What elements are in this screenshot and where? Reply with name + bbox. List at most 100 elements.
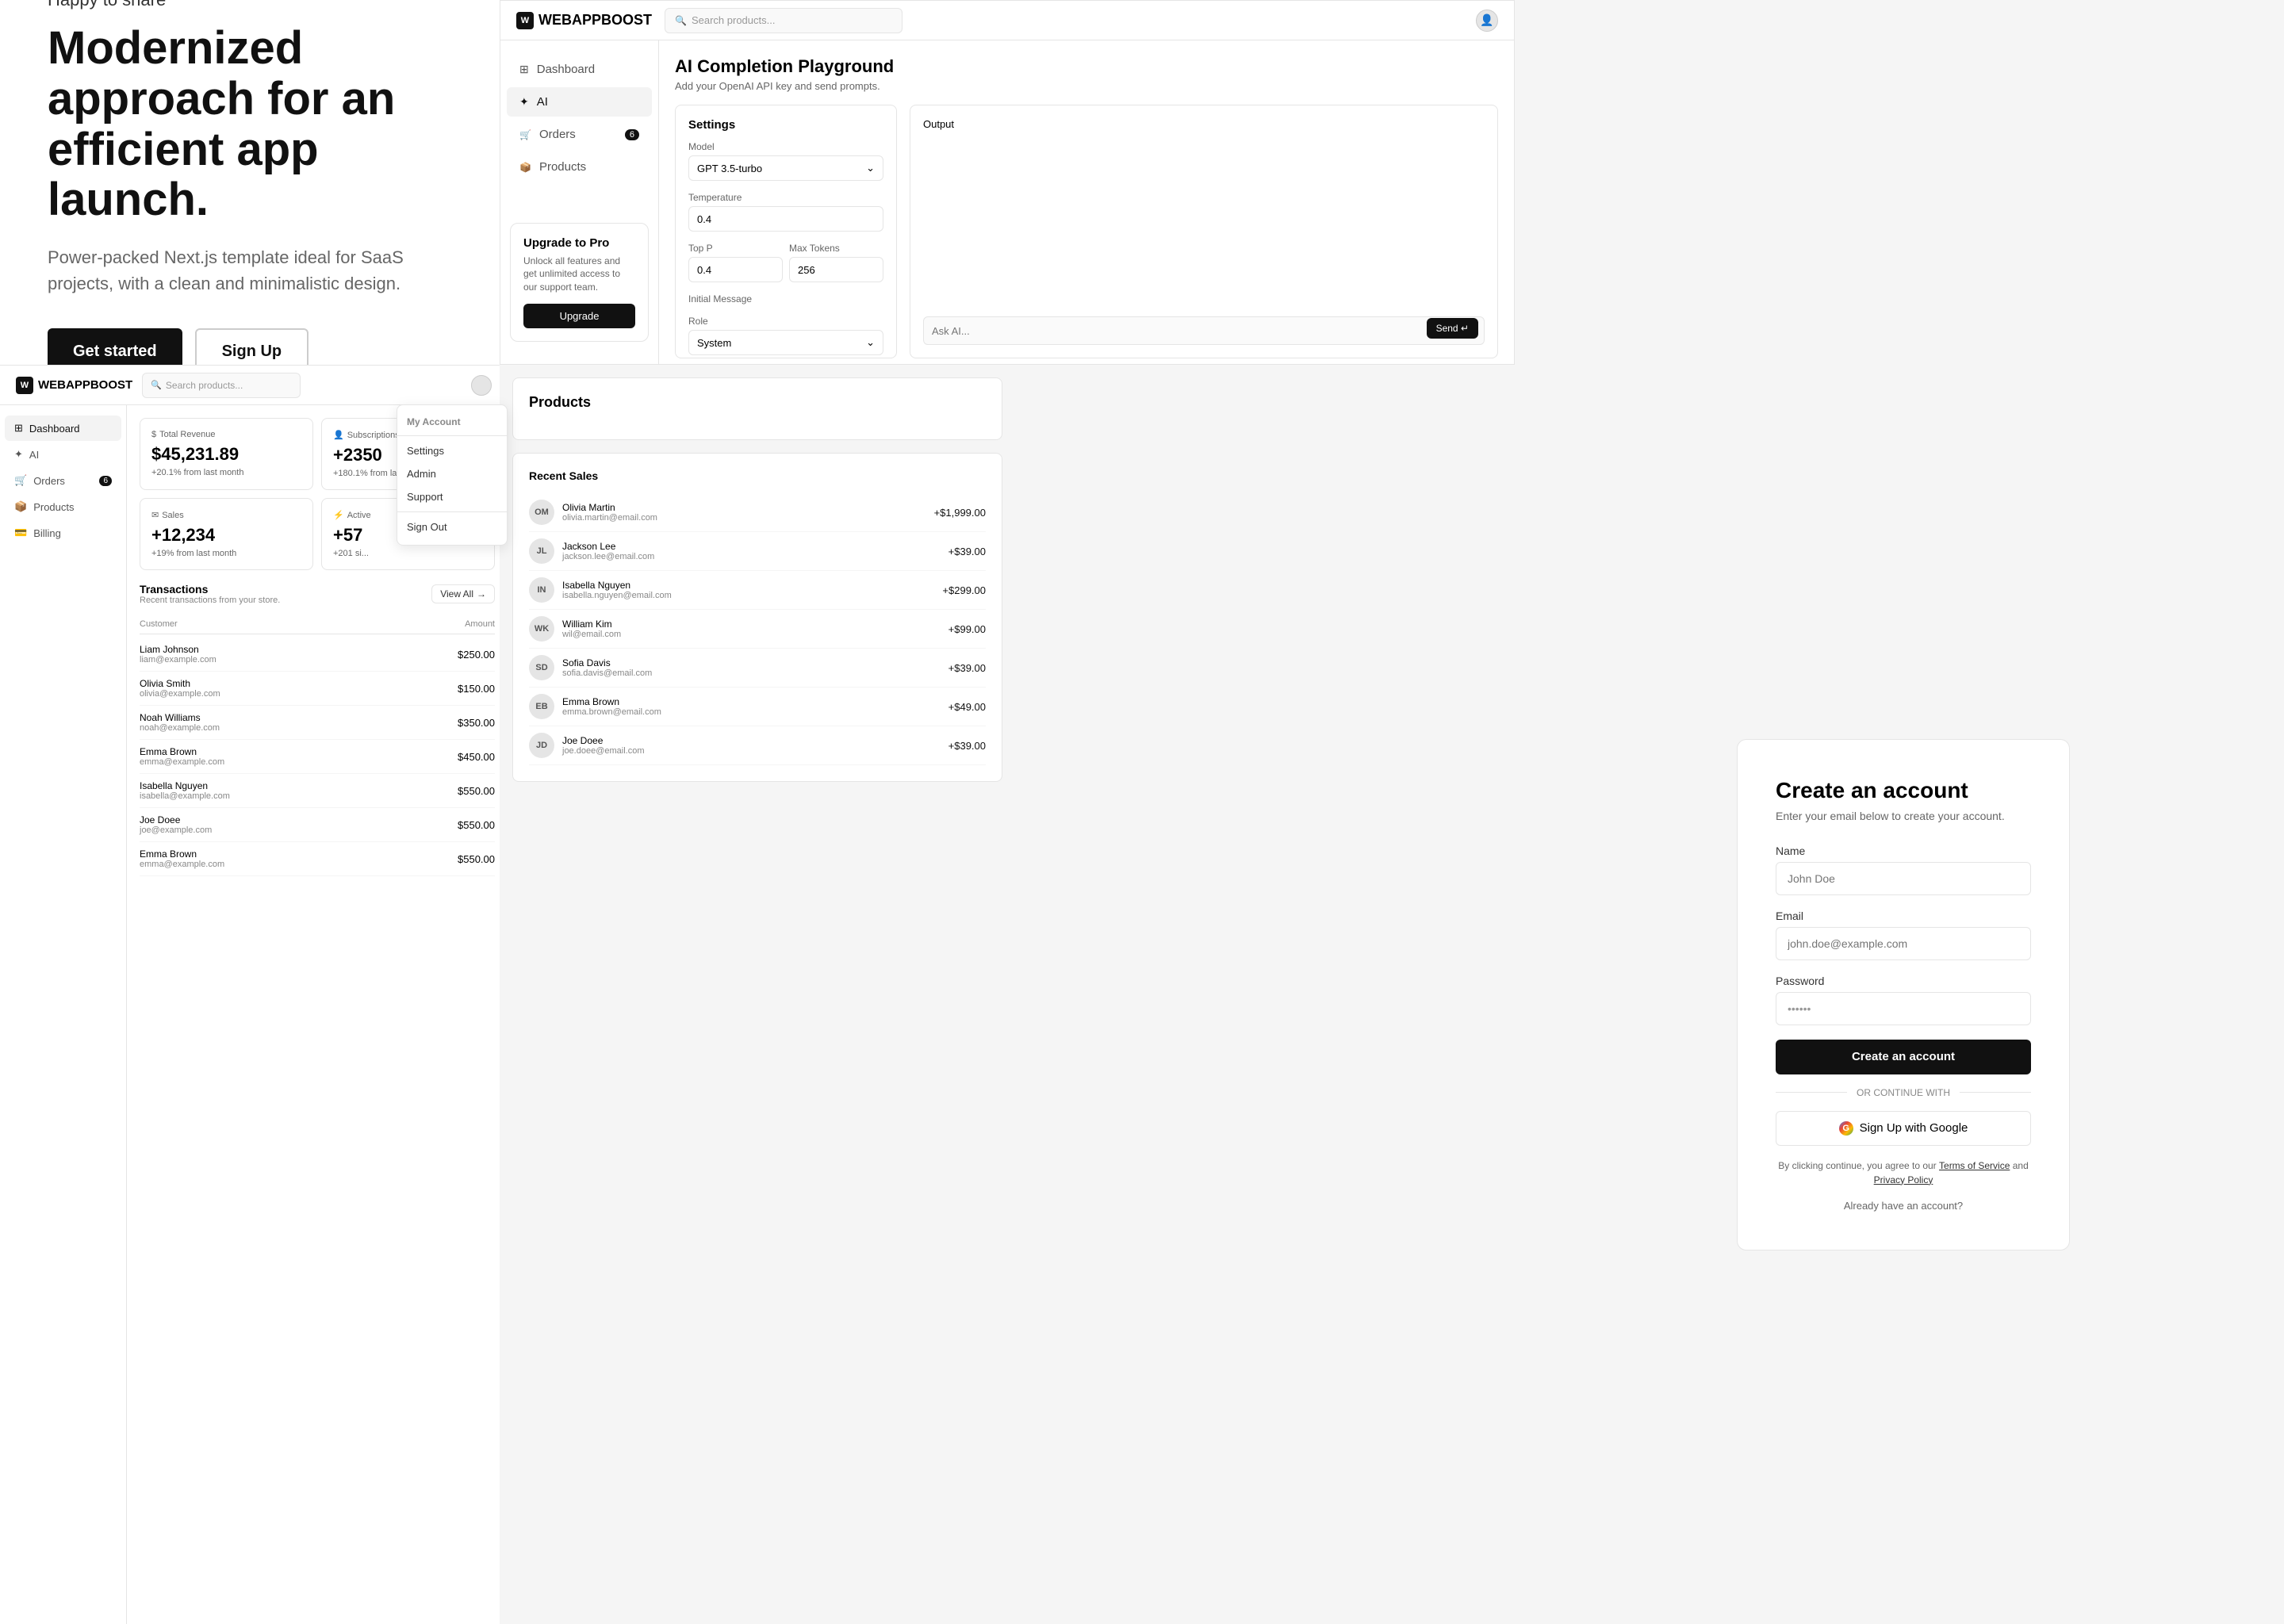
google-signup-button[interactable]: G Sign Up with Google — [1776, 1111, 2031, 1146]
orders-badge: 6 — [625, 129, 639, 140]
send-button[interactable]: Send ↵ — [1427, 318, 1478, 339]
customer-name: Joe Doee — [140, 814, 212, 825]
customer-email: isabella@example.com — [140, 791, 230, 801]
app-topbar: W WEBAPPBOOST 🔍 Search products... 👤 — [500, 1, 1514, 40]
sale-email: jackson.lee@email.com — [562, 552, 941, 561]
sidebar-ai-label: AI — [537, 95, 548, 109]
account-menu-admin[interactable]: Admin — [397, 462, 507, 485]
sidebar-item-products[interactable]: Products — [507, 152, 652, 182]
account-menu-settings[interactable]: Settings — [397, 439, 507, 462]
terms-link[interactable]: Terms of Service — [1939, 1160, 2010, 1171]
hero-description: Power-packed Next.js template ideal for … — [48, 244, 460, 297]
table-row: Olivia Smith olivia@example.com $150.00 — [140, 672, 495, 706]
sale-name: Emma Brown — [562, 696, 941, 707]
products-panel-title: Products — [529, 394, 986, 411]
sale-amount: +$39.00 — [948, 662, 986, 674]
products-panel: Products — [512, 377, 1002, 440]
recent-sales-list: OM Olivia Martin olivia.martin@email.com… — [529, 493, 986, 765]
name-input[interactable] — [1776, 862, 2031, 895]
settings-title: Settings — [688, 118, 883, 132]
password-field: Password — [1776, 975, 2031, 1025]
active-change: +201 si... — [333, 549, 483, 558]
privacy-link[interactable]: Privacy Policy — [1874, 1174, 1933, 1185]
temperature-input[interactable]: 0.4 — [688, 206, 883, 232]
table-row: Liam Johnson liam@example.com $250.00 — [140, 638, 495, 672]
divider-line-left — [1776, 1092, 1847, 1093]
dash-orders-icon: 🛒 — [14, 474, 27, 487]
sale-item: OM Olivia Martin olivia.martin@email.com… — [529, 493, 986, 532]
chat-area — [923, 136, 1485, 310]
recent-sales-panel: Recent Sales OM Olivia Martin olivia.mar… — [512, 453, 1002, 782]
app-search[interactable]: 🔍 Search products... — [665, 8, 902, 33]
orders-icon — [519, 128, 531, 141]
ai-icon — [519, 95, 529, 109]
customer-name: Emma Brown — [140, 746, 224, 757]
upgrade-button[interactable]: Upgrade — [523, 304, 635, 328]
sale-info: Emma Brown emma.brown@email.com — [562, 696, 941, 717]
sales-label: ✉ Sales — [151, 510, 301, 520]
sale-info: Isabella Nguyen isabella.nguyen@email.co… — [562, 580, 934, 600]
sale-avatar: JD — [529, 733, 554, 758]
max-tokens-input[interactable]: 256 — [789, 257, 883, 282]
table-row: Emma Brown emma@example.com $550.00 — [140, 842, 495, 876]
model-select[interactable]: GPT 3.5-turbo ⌄ — [688, 155, 883, 181]
customer-name: Olivia Smith — [140, 678, 220, 689]
revenue-label: $ Total Revenue — [151, 430, 301, 439]
dash-search-placeholder: Search products... — [166, 380, 243, 391]
transactions-subtitle: Recent transactions from your store. — [140, 596, 280, 605]
ask-ai-wrap: Send ↵ — [923, 316, 1485, 345]
sidebar-item-ai[interactable]: AI — [507, 87, 652, 117]
dash-topbar: W WEBAPPBOOST 🔍 Search products... — [0, 366, 508, 405]
max-tokens-label: Max Tokens — [789, 243, 883, 254]
dash-search[interactable]: 🔍 Search products... — [142, 373, 301, 398]
signup-section: Create an account Enter your email below… — [1523, 365, 2284, 1624]
top-p-label: Top P — [688, 243, 783, 254]
sale-avatar: OM — [529, 500, 554, 525]
table-row: Joe Doee joe@example.com $550.00 — [140, 808, 495, 842]
dash-logo: W WEBAPPBOOST — [16, 377, 132, 394]
dash-body: ⊞ Dashboard ✦ AI 🛒 Orders 6 📦 Products 💳… — [0, 405, 508, 1624]
google-icon: G — [1839, 1121, 1853, 1136]
dashboard-icon — [519, 63, 529, 76]
create-account-button[interactable]: Create an account — [1776, 1040, 2031, 1074]
table-header: Customer Amount — [140, 615, 495, 634]
email-field: Email — [1776, 910, 2031, 960]
role-select[interactable]: System ⌄ — [688, 330, 883, 355]
table-row: Isabella Nguyen isabella@example.com $55… — [140, 774, 495, 808]
app-brand-name: WEBAPPBOOST — [538, 12, 652, 29]
dash-sidebar-billing[interactable]: 💳 Billing — [5, 520, 121, 546]
dashboard-section: W WEBAPPBOOST 🔍 Search products... ⊞ Das… — [0, 365, 508, 1624]
temperature-label: Temperature — [688, 192, 883, 203]
dash-sidebar-ai[interactable]: ✦ AI — [5, 442, 121, 467]
dash-avatar[interactable] — [471, 375, 492, 396]
sale-email: olivia.martin@email.com — [562, 513, 926, 523]
view-all-button[interactable]: View All → — [431, 584, 495, 603]
dash-sidebar-dashboard[interactable]: ⊞ Dashboard — [5, 416, 121, 441]
products-icon — [519, 160, 531, 174]
email-label: Email — [1776, 910, 2031, 922]
role-value: System — [697, 337, 731, 349]
account-menu-signout[interactable]: Sign Out — [397, 515, 507, 538]
user-avatar[interactable]: 👤 — [1476, 10, 1498, 32]
app-window: W WEBAPPBOOST 🔍 Search products... 👤 Das… — [500, 0, 1515, 365]
sale-item: EB Emma Brown emma.brown@email.com +$49.… — [529, 688, 986, 726]
name-label: Name — [1776, 845, 2031, 857]
dash-sidebar: ⊞ Dashboard ✦ AI 🛒 Orders 6 📦 Products 💳… — [0, 405, 127, 1624]
top-p-field: Top P 0.4 — [688, 243, 783, 282]
email-input[interactable] — [1776, 927, 2031, 960]
top-p-input[interactable]: 0.4 — [688, 257, 783, 282]
password-input[interactable] — [1776, 992, 2031, 1025]
dash-sidebar-orders[interactable]: 🛒 Orders 6 — [5, 468, 121, 493]
dash-sidebar-products[interactable]: 📦 Products — [5, 494, 121, 519]
ask-ai-input[interactable] — [923, 316, 1485, 345]
account-menu-support[interactable]: Support — [397, 485, 507, 508]
terms-and: and — [2013, 1160, 2029, 1171]
initial-message-group: Initial Message — [688, 293, 883, 304]
sidebar-item-orders[interactable]: Orders 6 — [507, 120, 652, 149]
sidebar-item-dashboard[interactable]: Dashboard — [507, 55, 652, 84]
customer-name: Isabella Nguyen — [140, 780, 230, 791]
upgrade-box: Upgrade to Pro Unlock all features and g… — [510, 223, 649, 342]
name-field: Name — [1776, 845, 2031, 895]
already-have-account[interactable]: Already have an account? — [1776, 1200, 2031, 1212]
transactions-list: Liam Johnson liam@example.com $250.00 Ol… — [140, 638, 495, 876]
